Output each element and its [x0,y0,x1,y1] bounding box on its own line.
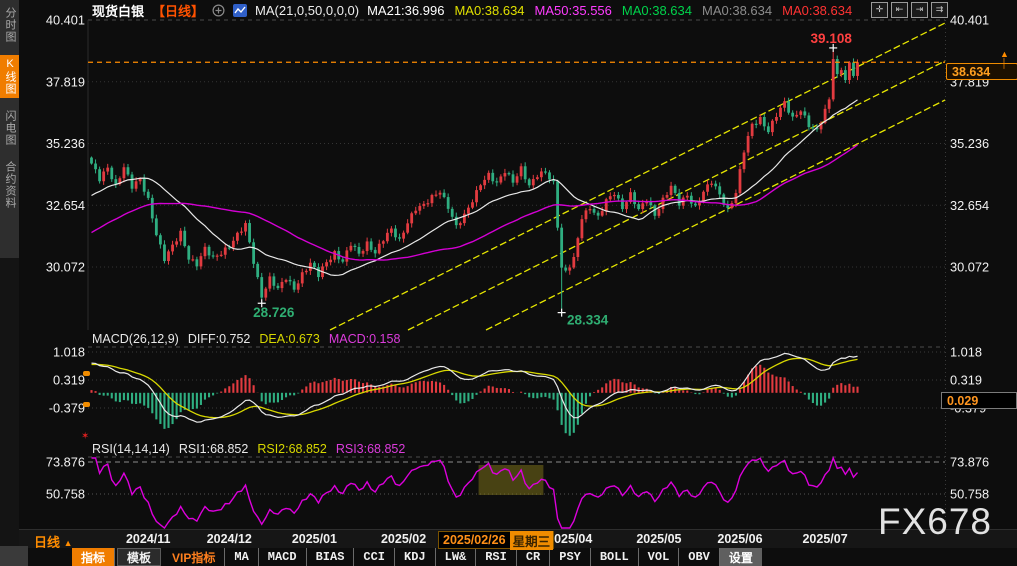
time-axis: 日线 ▲ 2024/112024/122025/012025/022025/04… [19,529,1017,549]
rsi-pane [92,458,858,528]
svg-text:0.319: 0.319 [950,373,982,388]
toolbar-item-模板[interactable]: 模板 [117,548,161,566]
ma-value-readouts: MA21:36.996 MA0:38.634 MA50:35.556 MA0:38.6… [367,3,852,18]
month-tick-label: 2025/01 [286,532,342,546]
svg-text:50.758: 50.758 [46,487,85,502]
symbol-name: 现货白银 [92,1,144,20]
svg-text:-0.379: -0.379 [49,401,85,416]
chart-header: 现货白银 【日线】 MA(21,0,50,0,0,0) MA21:36.996M… [19,0,1017,20]
add-indicator-icon[interactable] [212,4,225,17]
macd-diff-value: DIFF:0.752 [188,332,251,346]
trading-app-window: 28.72628.33439.10840.40140.40137.81937.8… [0,0,1017,566]
month-tick-label: 2025/02 [376,532,432,546]
month-tick-label: 2024/12 [201,532,257,546]
crosshair-date-box: 2025/02/26 星期三 [438,531,554,549]
toolbar-item-BOLL[interactable]: BOLL [591,548,639,566]
sidebar-tab[interactable]: 分时图 [0,4,19,46]
toolbar-item-CCI[interactable]: CCI [354,548,395,566]
ma-readout: MA0:38.634 [454,3,524,18]
toolbar-item-VIP指标[interactable]: VIP指标 [163,548,225,566]
ma-readout: MA0:38.634 [702,3,772,18]
toolbar-item-CR[interactable]: CR [517,548,550,566]
move-pan-icon[interactable]: ✛ [871,2,888,18]
rsi3-value: RSI3:68.852 [336,442,406,456]
sidebar-tab[interactable]: K线图 [0,55,19,98]
toolbar-item-RSI[interactable]: RSI [476,548,517,566]
toolbar-item-设置[interactable]: 设置 [720,548,762,566]
svg-text:39.108: 39.108 [811,31,853,46]
pane-scale-left-icon[interactable]: ⇤ [891,2,908,18]
pane-grip-icon[interactable] [83,371,90,376]
macd-value-box: 0.029 [941,392,1017,409]
period-tag[interactable]: 【日线】 [152,1,204,20]
rsi1-value: RSI1:68.852 [179,442,249,456]
svg-text:73.876: 73.876 [46,455,85,470]
macd-macd-value: MACD:0.158 [329,332,401,346]
ma-readout: MA21:36.996 [367,3,444,18]
price-up-arrow-icon: ▲│ [1000,50,1009,68]
toolbar-item-MACD[interactable]: MACD [259,548,307,566]
month-tick-label: 2025/05 [631,532,687,546]
sidebar-tabs: 分时图 K线图闪电图合约资料 [0,0,19,258]
window-corner [0,546,28,566]
svg-text:1.018: 1.018 [950,344,982,359]
svg-text:1.018: 1.018 [53,344,85,359]
svg-text:28.334: 28.334 [567,313,609,328]
macd-pane [92,353,858,435]
candlestick-chart-icon[interactable] [233,4,247,17]
moving-average-lines [92,100,858,276]
sidebar-tab[interactable]: 合约资料 [0,158,19,212]
crosshair-weekday: 星期三 [510,531,554,550]
svg-text:35.236: 35.236 [46,136,85,151]
toolbar-item-BIAS[interactable]: BIAS [307,548,355,566]
fx678-watermark: FX678 [878,501,992,543]
candles [90,51,859,309]
toolbar-item-LW&[interactable]: LW& [436,548,477,566]
svg-text:32.654: 32.654 [950,198,989,213]
pane-expand-right-icon[interactable]: ⇉ [931,2,948,18]
svg-text:30.072: 30.072 [46,260,85,275]
svg-text:30.072: 30.072 [950,260,989,275]
pane-grip-icon[interactable] [83,402,90,407]
ma-formula: MA(21,0,50,0,0,0) [255,3,359,18]
rsi-title[interactable]: RSI(14,14,14) [92,442,170,456]
svg-text:0.319: 0.319 [53,373,85,388]
chart-window-controls: ✛⇤⇥⇉ [871,2,948,18]
toolbar-item-PSY[interactable]: PSY [550,548,591,566]
toolbar-item-MA[interactable]: MA [225,548,258,566]
chart-canvas[interactable]: 28.72628.33439.10840.40140.40137.81937.8… [0,0,1017,566]
month-tick-label: 2024/11 [120,532,176,546]
toolbar-item-OBV[interactable]: OBV [679,548,720,566]
rsi-label-row: RSI(14,14,14) RSI1:68.852 RSI2:68.852 RS… [92,442,405,456]
svg-text:73.876: 73.876 [950,455,989,470]
macd-dea-value: DEA:0.673 [259,332,319,346]
svg-text:50.758: 50.758 [950,487,989,502]
pane-scale-right-icon[interactable]: ⇥ [911,2,928,18]
svg-text:32.654: 32.654 [46,198,85,213]
ma-readout: MA50:35.556 [535,3,612,18]
ma-readout: MA0:38.634 [622,3,692,18]
sidebar-tab[interactable]: 闪电图 [0,107,19,149]
month-tick-label: 2025/07 [797,532,853,546]
rsi2-value: RSI2:68.852 [257,442,327,456]
svg-text:35.236: 35.236 [950,136,989,151]
crosshair-date: 2025/02/26 [439,533,510,547]
svg-text:37.819: 37.819 [46,74,85,89]
toolbar-item-KDJ[interactable]: KDJ [395,548,436,566]
alert-dot-icon: ✶ [81,431,89,442]
axis-labels: 40.40140.40137.81937.81935.23635.23632.6… [46,13,989,502]
indicator-toolbar: 指标模板VIP指标MAMACDBIASCCIKDJLW&RSICRPSYBOLL… [28,548,1017,566]
chart-type-sidebar: 分时图 K线图闪电图合约资料 [0,0,19,566]
svg-text:28.726: 28.726 [253,305,295,320]
rsi-highlight-region [479,465,544,495]
macd-label-row: MACD(26,12,9) DIFF:0.752 DEA:0.673 MACD:… [92,332,400,346]
toolbar-item-VOL[interactable]: VOL [639,548,680,566]
month-tick-label: 2025/06 [712,532,768,546]
macd-title[interactable]: MACD(26,12,9) [92,332,179,346]
ma-readout: MA0:38.634 [782,3,852,18]
toolbar-item-指标[interactable]: 指标 [72,548,115,566]
